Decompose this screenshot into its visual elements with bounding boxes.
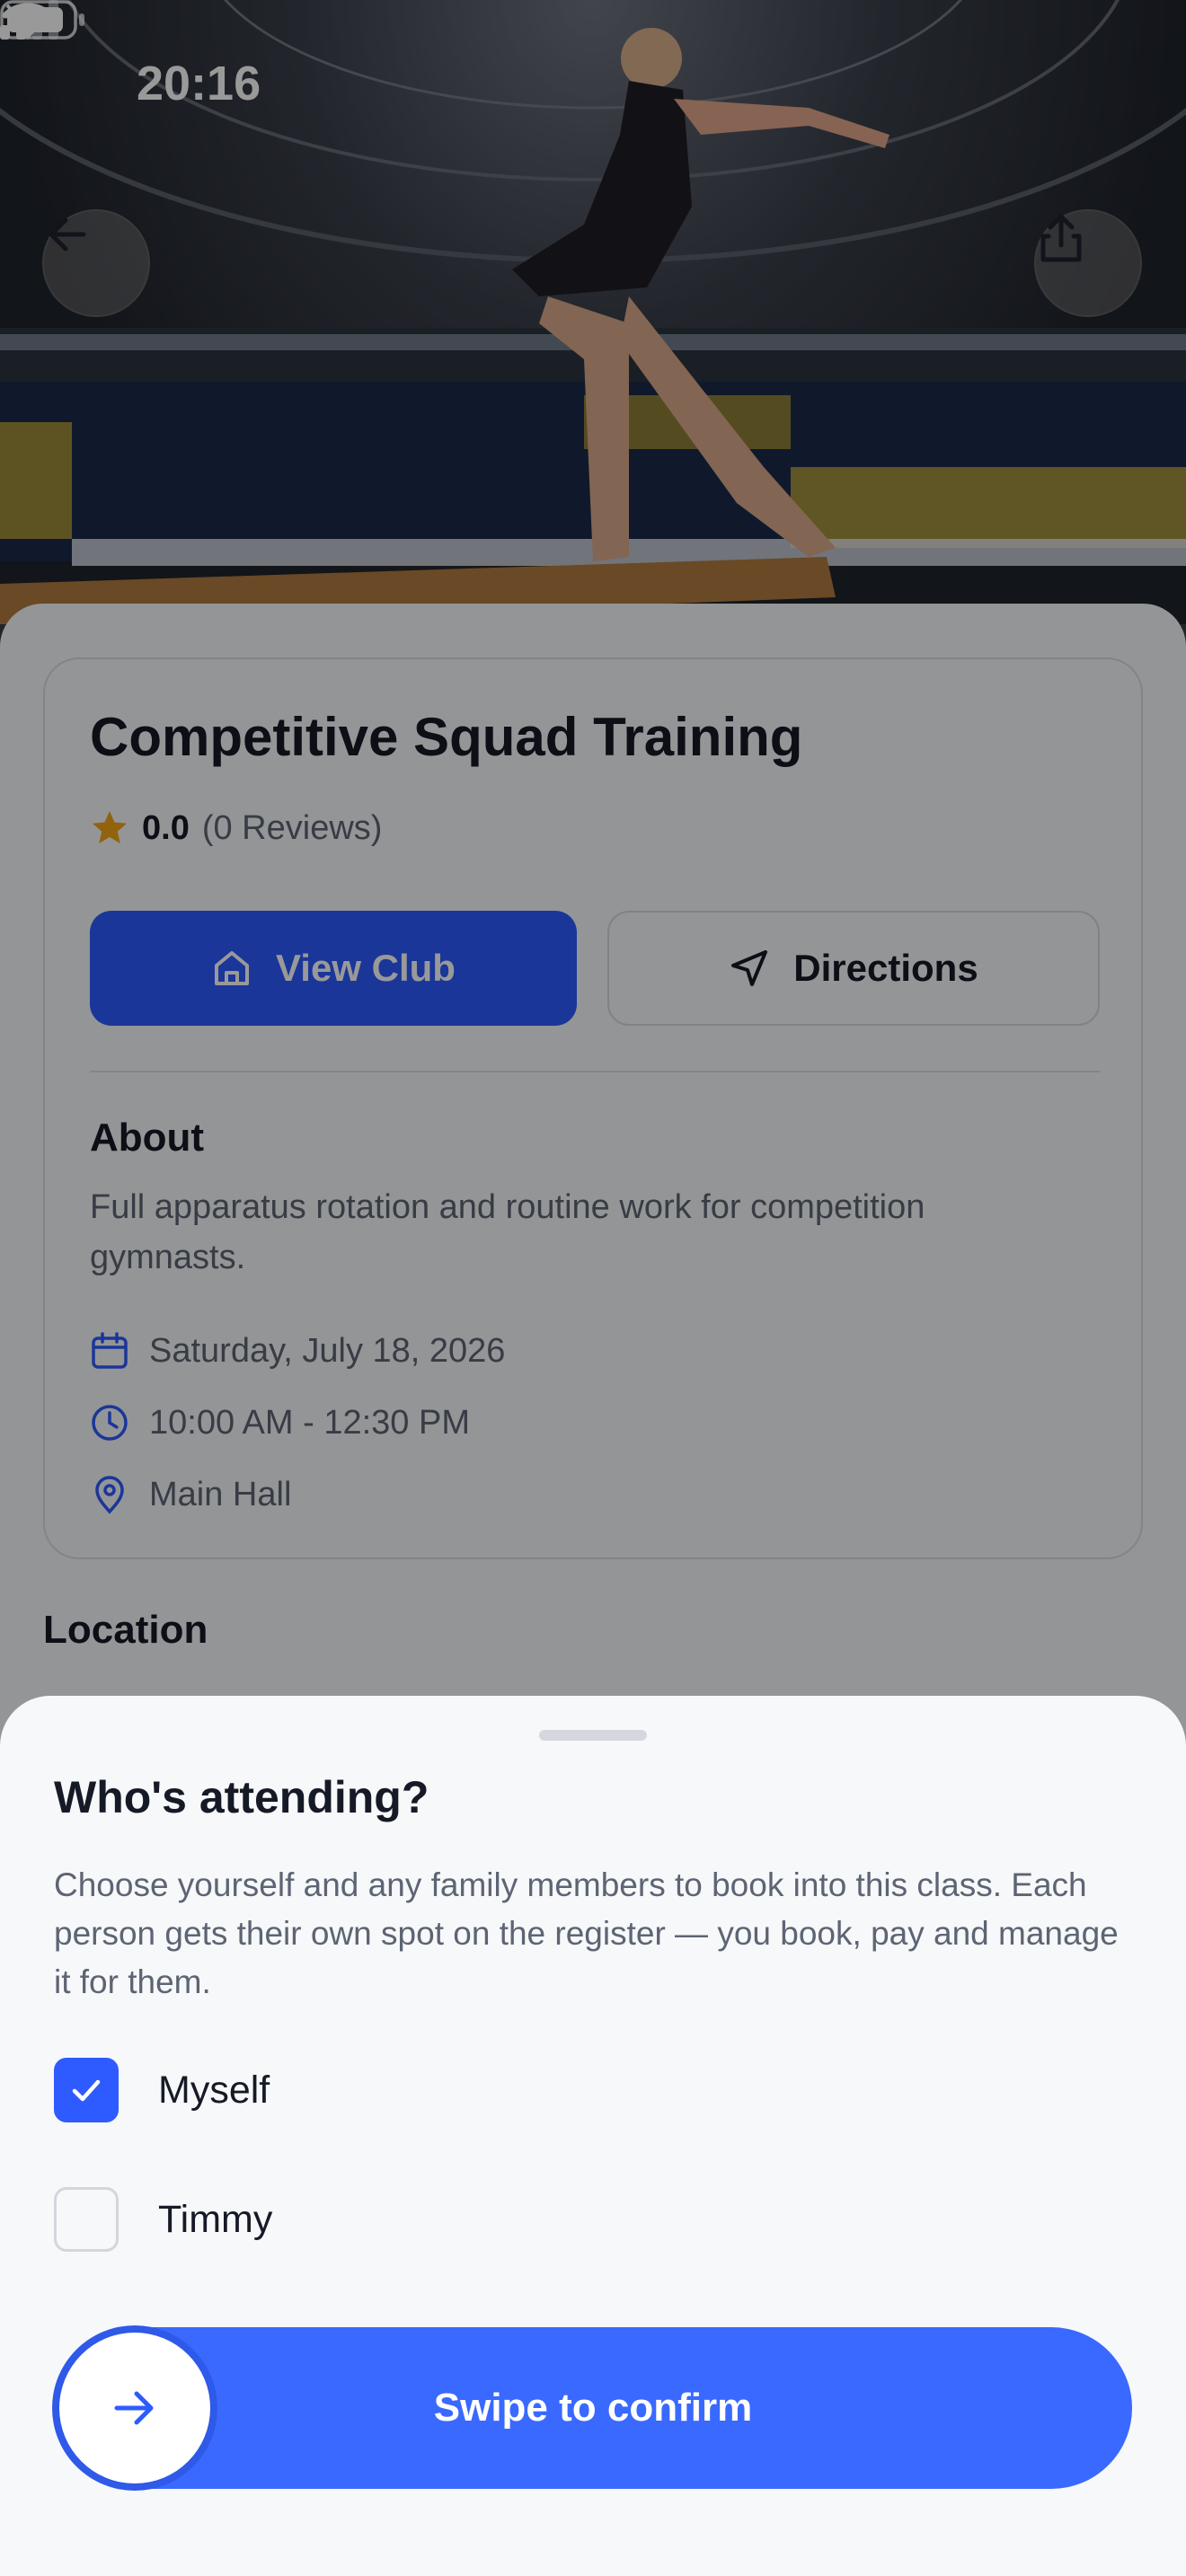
- attendee-option-timmy[interactable]: Timmy: [54, 2187, 272, 2252]
- arrow-right-icon: [114, 2391, 154, 2425]
- attendee-label: Myself: [158, 2068, 270, 2112]
- checkbox-myself[interactable]: [54, 2058, 119, 2122]
- screen: 20:16 Competitive Squad Training 0.0 (0 …: [0, 0, 1186, 2576]
- attendee-sheet: Who's attending? Choose yourself and any…: [0, 1696, 1186, 2576]
- sheet-grabber[interactable]: [539, 1730, 647, 1741]
- checkbox-timmy[interactable]: [54, 2187, 119, 2252]
- swipe-label: Swipe to confirm: [433, 2386, 753, 2430]
- attendee-option-myself[interactable]: Myself: [54, 2058, 270, 2122]
- checkmark-icon: [72, 2079, 101, 2102]
- sheet-title: Who's attending?: [54, 1772, 429, 1822]
- swipe-handle[interactable]: [59, 2333, 210, 2483]
- attendee-label: Timmy: [158, 2197, 273, 2241]
- sheet-description: Choose yourself and any family members t…: [54, 1866, 1119, 2000]
- swipe-to-confirm-slider[interactable]: Swipe to confirm: [54, 2327, 1132, 2489]
